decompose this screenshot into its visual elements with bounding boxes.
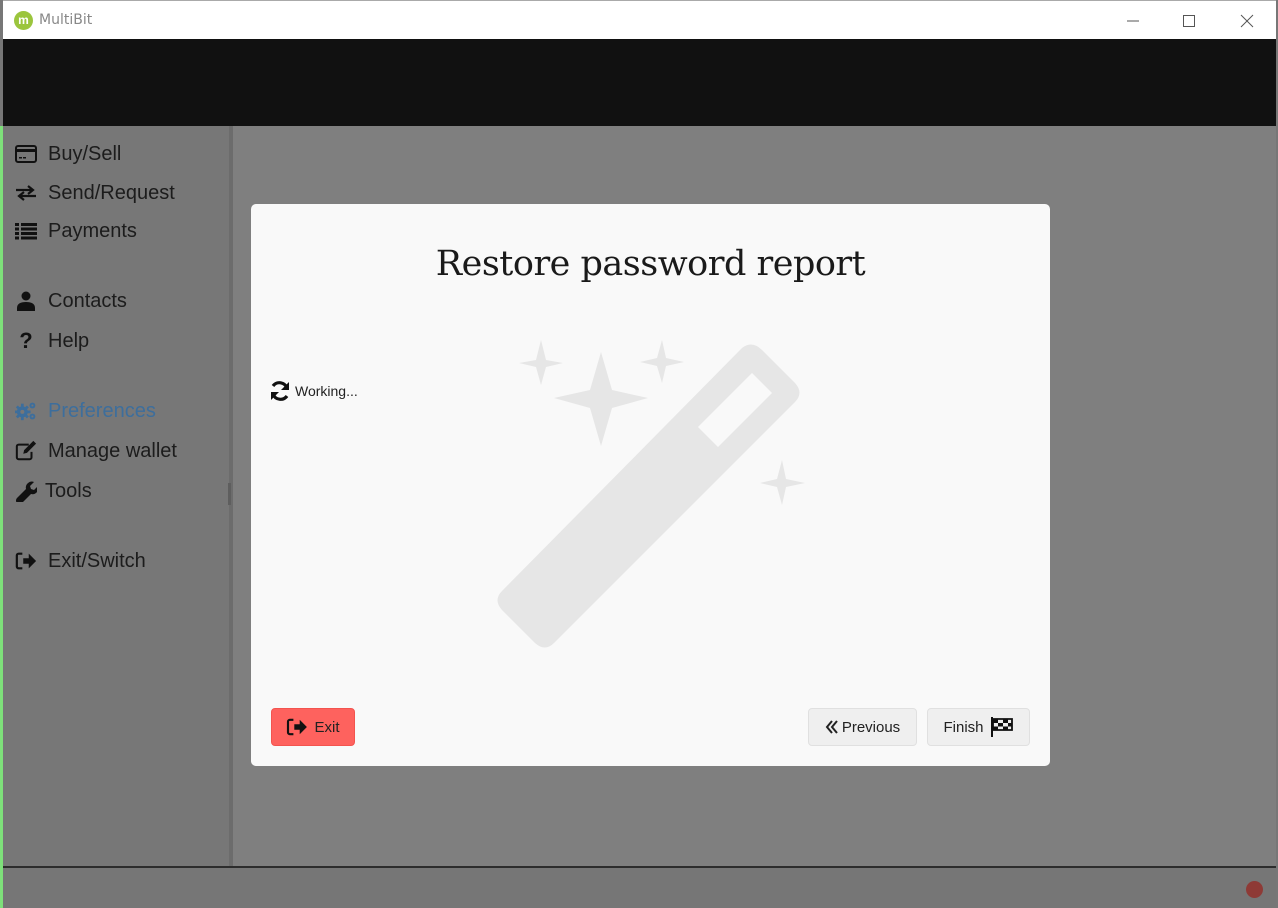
finish-button-label: Finish — [943, 718, 984, 736]
gears-icon — [15, 400, 37, 422]
dialog-title: Restore password report — [435, 244, 866, 284]
header-bar — [3, 39, 1276, 126]
sidebar-item-tools[interactable]: Tools — [15, 476, 92, 506]
sidebar-item-send-request[interactable]: Send/Request — [15, 178, 175, 208]
close-icon — [1240, 14, 1254, 27]
credit-card-icon — [15, 143, 37, 165]
status-bar — [3, 866, 1276, 908]
minimize-button[interactable] — [1104, 1, 1162, 40]
sidebar: Buy/Sell Send/Request Payments Contacts … — [3, 126, 229, 866]
window-title: MultiBit — [39, 12, 93, 28]
sidebar-item-label: Contacts — [48, 289, 127, 312]
user-icon — [15, 290, 37, 312]
sidebar-item-contacts[interactable]: Contacts — [15, 286, 127, 316]
sidebar-item-buy-sell[interactable]: Buy/Sell — [15, 139, 121, 169]
previous-button-label: Previous — [841, 718, 901, 736]
sidebar-resize-handle[interactable] — [228, 483, 231, 505]
edit-icon — [15, 440, 37, 462]
sidebar-item-label: Manage wallet — [48, 439, 177, 462]
sidebar-item-exit-switch[interactable]: Exit/Switch — [15, 546, 146, 576]
double-chevron-left-icon — [825, 720, 839, 734]
magic-wand-icon — [497, 340, 805, 648]
sidebar-item-label: Send/Request — [48, 181, 175, 204]
sidebar-item-label: Exit/Switch — [48, 549, 146, 572]
sidebar-item-manage-wallet[interactable]: Manage wallet — [15, 436, 177, 466]
exit-button[interactable]: Exit — [271, 708, 355, 746]
sign-out-icon — [286, 718, 308, 736]
sidebar-item-payments[interactable]: Payments — [15, 216, 137, 246]
sidebar-item-label: Buy/Sell — [48, 142, 122, 165]
sidebar-item-label: Payments — [48, 219, 137, 242]
multibit-logo-icon: m — [14, 11, 33, 30]
sidebar-item-help[interactable]: ? Help — [15, 326, 89, 356]
question-icon: ? — [19, 328, 33, 353]
refresh-icon — [269, 380, 291, 402]
exchange-icon — [15, 182, 37, 204]
app-window: m MultiBit Buy/Sell Send/Request Payment… — [0, 0, 1278, 908]
minimize-icon — [1127, 20, 1139, 21]
finish-button[interactable]: Finish — [927, 708, 1030, 746]
connection-status-indicator[interactable] — [1246, 881, 1263, 898]
maximize-button[interactable] — [1160, 1, 1218, 40]
sidebar-item-preferences[interactable]: Preferences — [15, 396, 156, 426]
sidebar-item-label: Tools — [45, 479, 92, 502]
title-bar: m MultiBit — [3, 0, 1276, 39]
sidebar-item-label: Help — [48, 329, 90, 352]
wrench-icon — [15, 480, 37, 502]
list-icon — [15, 220, 37, 242]
close-button[interactable] — [1218, 1, 1276, 40]
working-label: Working... — [295, 383, 358, 399]
working-status: Working... — [269, 380, 358, 402]
sidebar-item-label: Preferences — [48, 399, 156, 422]
exit-button-label: Exit — [314, 718, 340, 736]
sign-out-icon — [15, 550, 37, 572]
checkered-flag-icon — [990, 717, 1014, 737]
restore-password-report-dialog: Restore password report Working... Exit — [251, 204, 1050, 766]
maximize-icon — [1183, 14, 1195, 27]
previous-button[interactable]: Previous — [808, 708, 917, 746]
